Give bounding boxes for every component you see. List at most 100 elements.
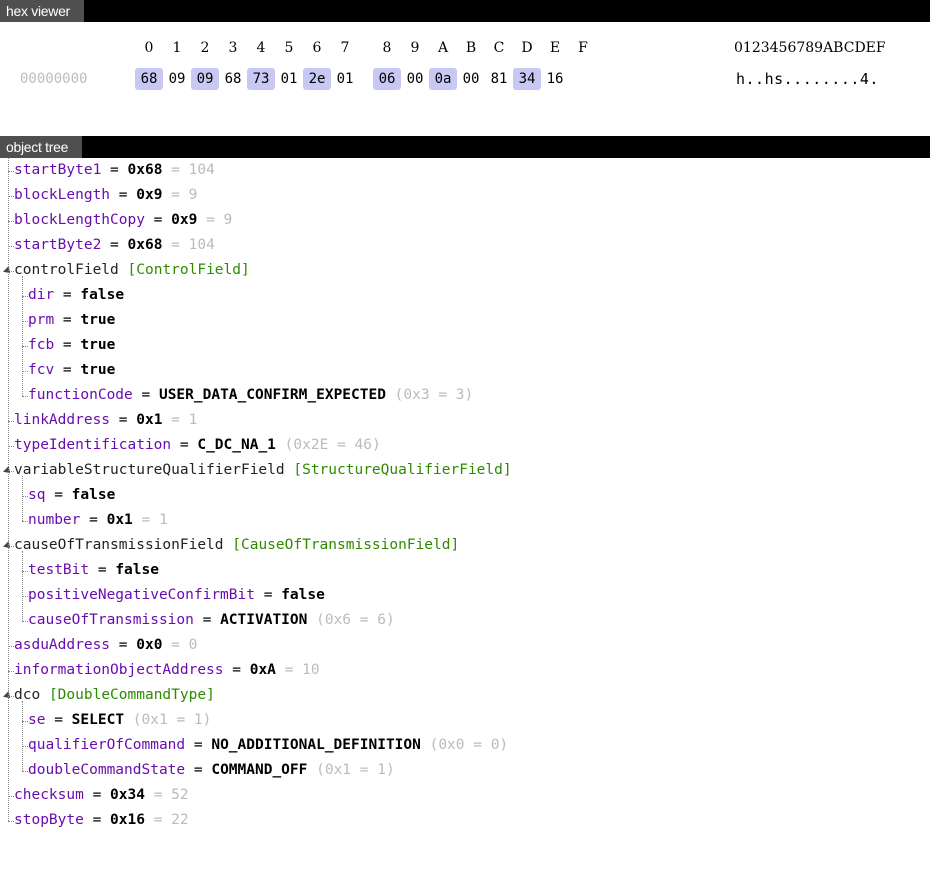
tree-leaf-node[interactable]: positiveNegativeConfirmBit = false xyxy=(28,583,325,608)
node-key: qualifierOfCommand xyxy=(28,737,186,753)
hex-byte[interactable]: 09 xyxy=(163,68,191,90)
hex-column-label: 3 xyxy=(228,40,238,56)
node-equals: = xyxy=(110,412,137,428)
tree-branch-node[interactable]: variableStructureQualifierField [Structu… xyxy=(14,458,512,483)
tree-leaf-node[interactable]: startByte1 = 0x68 = 104 xyxy=(14,158,215,183)
tree-guide xyxy=(22,551,23,621)
node-numeric: = 0 xyxy=(162,637,198,653)
tree-leaf-node[interactable]: checksum = 0x34 = 52 xyxy=(14,783,189,808)
hex-column-header: 0 1 2 3 4 5 6 7 8 9 A B C D E F 0123456789ABCDEF xyxy=(0,37,930,59)
node-equals: = xyxy=(45,487,72,503)
tree-leaf-node[interactable]: fcv = true xyxy=(28,358,115,383)
node-value: true xyxy=(80,362,116,378)
node-key: informationObjectAddress xyxy=(14,662,224,678)
node-key: stopByte xyxy=(14,812,84,828)
hex-byte[interactable]: 00 xyxy=(401,68,429,90)
hex-offset: 00000000 xyxy=(20,71,88,87)
node-type: [CauseOfTransmissionField] xyxy=(232,537,460,553)
hex-byte[interactable]: 0a xyxy=(429,68,457,90)
hex-data-row: 00000000 68 09 09 68 73 01 2e 01 06 00 0a 00 81 34 16 h… xyxy=(0,68,930,90)
tree-leaf-node[interactable]: prm = true xyxy=(28,308,115,333)
node-value: 0x0 xyxy=(136,637,163,653)
node-value: 0x34 xyxy=(110,787,145,803)
tree-leaf-node[interactable]: number = 0x1 = 1 xyxy=(28,508,168,533)
node-key: prm xyxy=(28,312,55,328)
hex-byte[interactable]: 73 xyxy=(247,68,275,90)
node-numeric: = 22 xyxy=(144,812,189,828)
node-equals: = xyxy=(193,612,221,628)
hex-byte[interactable]: 81 xyxy=(485,68,513,90)
object-tree-tab[interactable]: object tree xyxy=(0,136,83,158)
node-key: functionCode xyxy=(28,387,133,403)
hex-byte[interactable]: 68 xyxy=(219,68,247,90)
tree-leaf-node[interactable]: linkAddress = 0x1 = 1 xyxy=(14,408,197,433)
node-value: 0x68 xyxy=(127,162,163,178)
node-numeric: = 104 xyxy=(162,162,215,178)
hex-byte[interactable]: 2e xyxy=(303,68,331,90)
node-key: startByte1 xyxy=(14,162,102,178)
node-key: number xyxy=(28,512,81,528)
node-value: 0x16 xyxy=(110,812,145,828)
hex-column-label: 2 xyxy=(200,40,210,56)
node-value: 0xA xyxy=(249,662,276,678)
ascii-data: h..hs........4. xyxy=(736,70,879,88)
node-value: C_DC_NA_1 xyxy=(197,437,276,453)
tree-leaf-node[interactable]: dir = false xyxy=(28,283,124,308)
tree-leaf-node[interactable]: blockLength = 0x9 = 9 xyxy=(14,183,197,208)
tree-leaf-node[interactable]: causeOfTransmission = ACTIVATION (0x6 = … xyxy=(28,608,395,633)
hex-viewer-tab[interactable]: hex viewer xyxy=(0,0,84,22)
object-tree-header: object tree xyxy=(0,136,930,158)
tree-leaf-node[interactable]: testBit = false xyxy=(28,558,159,583)
tree-guide xyxy=(8,158,9,821)
tree-leaf-node[interactable]: se = SELECT (0x1 = 1) xyxy=(28,708,211,733)
tree-leaf-node[interactable]: informationObjectAddress = 0xA = 10 xyxy=(14,658,320,683)
hex-byte[interactable]: 68 xyxy=(135,68,163,90)
tree-leaf-node[interactable]: doubleCommandState = COMMAND_OFF (0x1 = … xyxy=(28,758,395,783)
tree-leaf-node[interactable]: sq = false xyxy=(28,483,115,508)
tree-leaf-node[interactable]: asduAddress = 0x0 = 0 xyxy=(14,633,197,658)
node-key: typeIdentification xyxy=(14,437,172,453)
node-equals: = xyxy=(110,187,137,203)
node-key: causeOfTransmission xyxy=(28,612,194,628)
node-key: causeOfTransmissionField xyxy=(14,537,224,553)
hex-byte[interactable]: 16 xyxy=(541,68,569,90)
node-key: sq xyxy=(28,487,46,503)
hex-column-label: B xyxy=(465,40,477,56)
node-key: fcb xyxy=(28,337,55,353)
node-numeric: = 9 xyxy=(162,187,198,203)
tree-leaf-node[interactable]: fcb = true xyxy=(28,333,115,358)
hex-column-label: 6 xyxy=(312,40,322,56)
node-equals: = xyxy=(89,562,116,578)
hex-byte[interactable]: 01 xyxy=(275,68,303,90)
tree-leaf-node[interactable]: startByte2 = 0x68 = 104 xyxy=(14,233,215,258)
tree-branch-node[interactable]: causeOfTransmissionField [CauseOfTransmi… xyxy=(14,533,459,558)
node-equals: = xyxy=(45,712,72,728)
tree-leaf-node[interactable]: qualifierOfCommand = NO_ADDITIONAL_DEFIN… xyxy=(28,733,508,758)
node-equals: = xyxy=(54,312,81,328)
tree-guide xyxy=(22,476,23,521)
hex-column-label: 1 xyxy=(172,40,182,56)
hex-byte[interactable]: 01 xyxy=(331,68,359,90)
node-equals: = xyxy=(185,762,212,778)
tree-leaf-node[interactable]: blockLengthCopy = 0x9 = 9 xyxy=(14,208,232,233)
tree-leaf-node[interactable]: typeIdentification = C_DC_NA_1 (0x2E = 4… xyxy=(14,433,381,458)
tree-leaf-node[interactable]: stopByte = 0x16 = 22 xyxy=(14,808,189,833)
tree-leaf-node[interactable]: functionCode = USER_DATA_CONFIRM_EXPECTE… xyxy=(28,383,473,408)
hex-byte[interactable]: 34 xyxy=(513,68,541,90)
node-key: controlField xyxy=(14,262,119,278)
hex-byte[interactable]: 06 xyxy=(373,68,401,90)
node-equals: = xyxy=(54,337,81,353)
hex-byte[interactable]: 00 xyxy=(457,68,485,90)
tree-branch-node[interactable]: controlField [ControlField] xyxy=(14,258,250,283)
node-key: doubleCommandState xyxy=(28,762,186,778)
node-equals: = xyxy=(110,637,137,653)
node-key: fcv xyxy=(28,362,55,378)
hex-column-label: F xyxy=(578,40,588,56)
node-value: COMMAND_OFF xyxy=(211,762,308,778)
node-numeric: = 1 xyxy=(132,512,168,528)
hex-byte[interactable]: 09 xyxy=(191,68,219,90)
node-equals: = xyxy=(83,812,111,828)
node-value: NO_ADDITIONAL_DEFINITION xyxy=(211,737,421,753)
tree-branch-node[interactable]: dco [DoubleCommandType] xyxy=(14,683,215,708)
node-value: 0x1 xyxy=(106,512,133,528)
